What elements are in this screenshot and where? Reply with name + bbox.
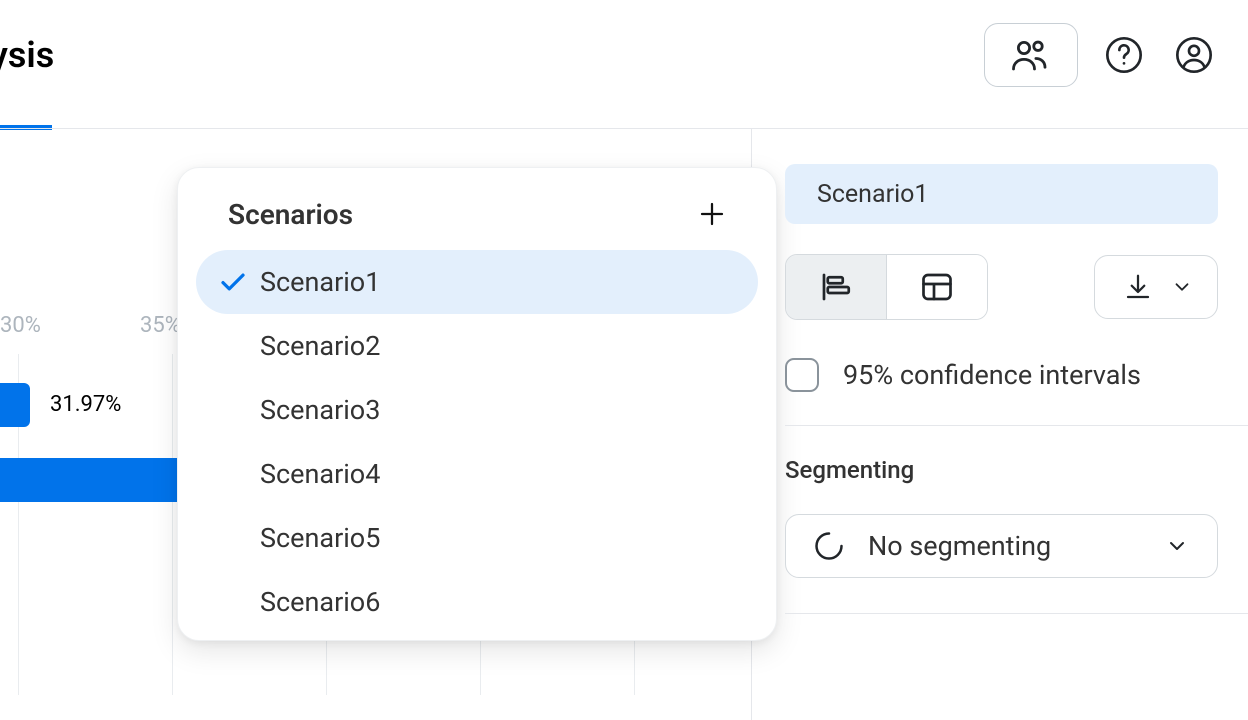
segmenting-select[interactable]: No segmenting [785,514,1218,578]
scenario-item[interactable]: Scenario2 [196,314,758,378]
selected-indicator [218,267,260,297]
gridline [172,354,173,695]
scenarios-list: Scenario1 Scenario2 Scenario3 Scenario4 … [196,250,758,634]
scenario-item-label: Scenario4 [260,458,380,490]
segmenting-heading: Segmenting [785,456,914,484]
chart-bar [0,383,30,427]
table-icon [919,269,955,305]
scenario-item[interactable]: Scenario3 [196,378,758,442]
account-button[interactable] [1170,31,1218,79]
scenario-item[interactable]: Scenario1 [196,250,758,314]
scenarios-panel: Scenarios Scenario1 Scenario2 Scenario3 [177,167,777,641]
divider [785,425,1248,426]
add-scenario-button[interactable] [694,196,730,232]
scenarios-title: Scenarios [228,198,353,231]
confidence-interval-checkbox[interactable] [785,358,819,392]
download-icon [1123,272,1153,302]
people-icon [1010,34,1052,76]
scenario-item-label: Scenario6 [260,586,380,618]
help-button[interactable] [1100,31,1148,79]
view-toggle [785,254,988,320]
empty-circle-icon [814,531,844,561]
scenario-item[interactable]: Scenario5 [196,506,758,570]
axis-label-30: 30% [0,313,41,338]
scenario-item-label: Scenario1 [260,266,380,298]
scenario-item[interactable]: Scenario4 [196,442,758,506]
confidence-interval-row: 95% confidence intervals [785,358,1218,392]
confidence-interval-label: 95% confidence intervals [843,359,1141,391]
account-icon [1174,35,1214,75]
scenarios-panel-header: Scenarios [196,196,758,236]
scenario-item-label: Scenario2 [260,330,380,362]
axis-label-35: 35% [140,313,181,338]
check-icon [218,267,248,297]
divider [785,613,1248,614]
scenario-pill[interactable]: Scenario1 [785,164,1218,224]
scenario-item[interactable]: Scenario6 [196,570,758,634]
help-icon [1104,35,1144,75]
header-actions [984,23,1218,87]
chevron-down-icon [1165,534,1189,558]
header: ysis [0,0,1248,110]
table-view-button[interactable] [887,255,987,319]
chart-view-button[interactable] [786,255,886,319]
segmenting-select-content: No segmenting [814,530,1051,562]
plus-icon [697,199,727,229]
right-panel: Scenario1 [752,128,1218,720]
scenario-pill-label: Scenario1 [817,180,928,209]
people-button[interactable] [984,23,1078,87]
scenario-item-label: Scenario3 [260,394,380,426]
chart-bar [0,458,177,502]
scenario-item-label: Scenario5 [260,522,380,554]
view-controls-row [785,254,1218,320]
page-title: ysis [0,34,54,76]
bar-chart-icon [818,269,854,305]
download-button[interactable] [1094,255,1218,319]
chevron-down-icon [1171,276,1193,298]
segmenting-value: No segmenting [868,530,1051,562]
chart-bar-value: 31.97% [50,392,121,417]
